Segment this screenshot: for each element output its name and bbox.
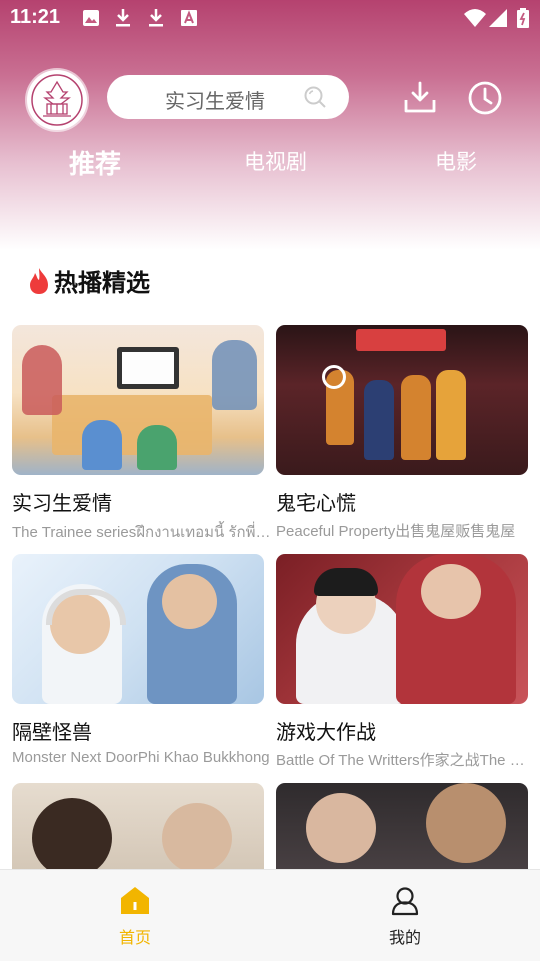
poster-thumbnail[interactable] <box>12 325 264 475</box>
status-bar: 11:21 <box>0 0 540 36</box>
card-title: 鬼宅心慌 <box>276 491 356 515</box>
app-logo-avatar[interactable] <box>27 70 87 130</box>
nav-profile-label: 我的 <box>388 928 421 947</box>
nav-home[interactable]: 首页 <box>95 886 175 948</box>
battery-icon <box>517 8 529 28</box>
drama-card[interactable]: 实习生爱情 The Trainee seriesฝึกงานเทอมนี้ รั… <box>12 325 274 544</box>
card-subtitle: Battle Of The Writters作家之战The Writers <box>276 752 538 769</box>
tab-recommended[interactable]: 推荐 <box>69 144 121 181</box>
card-title: 游戏大作战 <box>276 720 376 744</box>
download-icon[interactable] <box>402 80 438 116</box>
drama-card[interactable]: 游戏大作战 Battle Of The Writters作家之战The Writ… <box>276 554 538 770</box>
wifi-icon <box>464 9 486 27</box>
text-a-icon <box>181 10 197 26</box>
tab-tv-series[interactable]: 电视剧 <box>244 146 307 176</box>
download-icon <box>149 9 163 27</box>
poster-thumbnail[interactable] <box>276 325 528 475</box>
section-header: 热播精选 <box>28 263 150 298</box>
search-bar[interactable]: 实习生爱情 <box>107 75 349 119</box>
flame-icon <box>30 267 48 294</box>
signal-icon <box>489 9 507 27</box>
poster-thumbnail[interactable] <box>276 554 528 704</box>
card-title: 隔壁怪兽 <box>12 720 92 744</box>
history-clock-icon[interactable] <box>467 80 503 116</box>
image-icon <box>83 10 99 26</box>
search-query-text: 实习生爱情 <box>165 89 265 113</box>
card-subtitle: The Trainee seriesฝึกงานเทอมนี้ รักพี่ได… <box>12 524 274 541</box>
drama-card[interactable]: 鬼宅心慌 Peaceful Property出售鬼屋贩售鬼屋 <box>276 325 532 541</box>
tab-movies[interactable]: 电影 <box>435 146 477 176</box>
bottom-navigation: 首页 我的 <box>0 869 540 961</box>
card-subtitle: Monster Next DoorPhi Khao Bukkhong <box>12 749 270 766</box>
user-icon <box>391 887 419 916</box>
search-icon[interactable] <box>303 85 327 109</box>
section-title: 热播精选 <box>54 269 150 297</box>
drama-card[interactable]: 隔壁怪兽 Monster Next DoorPhi Khao Bukkhong <box>12 554 270 766</box>
card-subtitle: Peaceful Property出售鬼屋贩售鬼屋 <box>276 523 516 540</box>
temple-logo-icon <box>31 74 83 126</box>
download-icon <box>116 9 130 27</box>
home-icon <box>121 887 149 914</box>
nav-profile[interactable]: 我的 <box>365 886 445 948</box>
nav-home-label: 首页 <box>118 928 151 947</box>
status-time: 11:21 <box>10 6 61 28</box>
poster-thumbnail[interactable] <box>12 554 264 704</box>
card-title: 实习生爱情 <box>12 491 112 515</box>
